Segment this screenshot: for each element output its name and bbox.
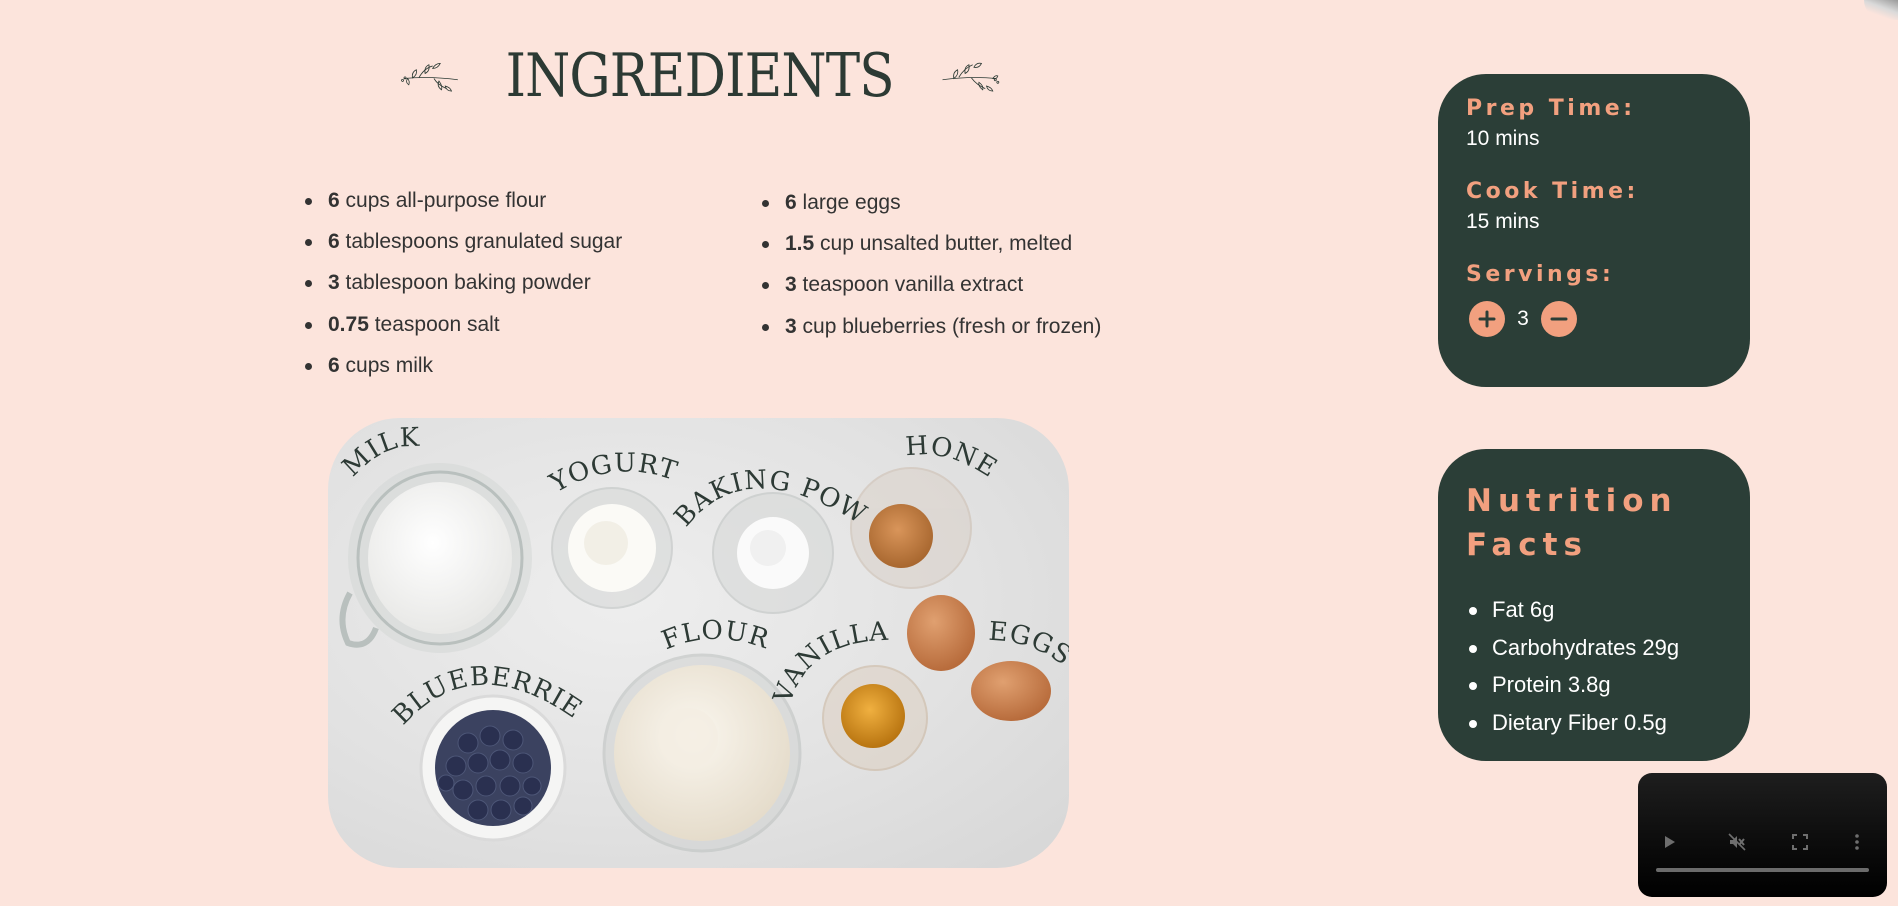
servings-stepper: 3	[1469, 301, 1722, 337]
ingredient-qty: 6	[785, 191, 797, 214]
list-item: 0.75 teaspoon salt	[305, 312, 622, 353]
increment-servings-button[interactable]	[1469, 301, 1505, 337]
eggs	[907, 595, 1051, 721]
minus-icon	[1550, 317, 1568, 321]
ingredients-list-left: 6 cups all-purpose flour 6 tablespoons g…	[305, 188, 622, 394]
ingredient-qty: 1.5	[785, 232, 815, 256]
blueberries-bowl	[419, 694, 567, 842]
ingredient-text: tablespoons granulated sugar	[339, 230, 623, 254]
list-item: 6 large eggs	[762, 190, 1101, 231]
ingredients-list-right: 6 large eggs 1.5 cup unsalted butter, me…	[762, 190, 1101, 355]
honey-bowl	[850, 467, 972, 589]
vanilla-bowl	[822, 665, 928, 771]
servings-block: Servings: 3	[1466, 262, 1722, 337]
play-button[interactable]	[1658, 831, 1680, 853]
list-item: 1.5 cup unsalted butter, melted	[762, 231, 1101, 272]
ingredient-text: cups all-purpose flour	[339, 189, 547, 212]
decrement-servings-button[interactable]	[1541, 301, 1577, 337]
ingredient-text: large eggs	[796, 191, 901, 214]
left-sprig-icon	[401, 63, 458, 92]
milk-jug	[339, 463, 532, 653]
ingredient-qty: 3	[785, 273, 797, 297]
more-vertical-icon	[1855, 834, 1859, 850]
ingredient-text: cup unsalted butter, melted	[814, 232, 1073, 256]
plus-icon	[1478, 310, 1496, 328]
ingredient-text: teaspoon salt	[368, 312, 500, 336]
yogurt-bowl	[551, 487, 673, 609]
cook-time-value: 15 mins	[1466, 210, 1540, 233]
more-options-button[interactable]	[1846, 831, 1868, 853]
page-curl-corner	[1864, 0, 1898, 20]
recipe-info-card: Prep Time: 10 mins Cook Time: 15 mins Se…	[1438, 74, 1750, 387]
cook-time-block: Cook Time: 15 mins	[1466, 179, 1722, 234]
ingredient-qty: 3	[328, 271, 340, 295]
label-flour: FLOUR	[658, 616, 774, 656]
fullscreen-button[interactable]	[1789, 831, 1811, 853]
list-item: 6 tablespoons granulated sugar	[305, 229, 622, 270]
ingredient-qty: 6	[328, 230, 340, 254]
servings-count: 3	[1517, 307, 1529, 330]
list-item: Fat 6g	[1466, 597, 1722, 635]
nutrition-title: Nutrition Facts	[1466, 483, 1678, 563]
video-controls	[1638, 827, 1887, 857]
prep-time-block: Prep Time: 10 mins	[1466, 96, 1722, 151]
list-item: Dietary Fiber 0.5g	[1466, 710, 1722, 748]
nutrition-card: Nutrition Facts Fat 6g Carbohydrates 29g…	[1438, 449, 1750, 761]
ingredient-qty: 6	[328, 353, 340, 377]
fullscreen-icon	[1792, 834, 1808, 850]
ingredient-qty: 6	[328, 189, 340, 212]
list-item: 3 cup blueberries (fresh or frozen)	[762, 314, 1101, 355]
cook-time-label: Cook Time:	[1466, 179, 1639, 204]
servings-label: Servings:	[1466, 262, 1615, 287]
list-item: 3 tablespoon baking powder	[305, 270, 622, 311]
prep-time-label: Prep Time:	[1466, 96, 1636, 121]
ingredient-text: cups milk	[339, 353, 434, 377]
list-item: Protein 3.8g	[1466, 672, 1722, 710]
volume-muted-icon	[1728, 833, 1746, 851]
ingredient-text: tablespoon baking powder	[339, 271, 591, 295]
play-icon	[1665, 836, 1675, 848]
ingredients-illustration: MILK YOGURT BAKING POWDER HONEY FLOUR VA…	[328, 418, 1069, 853]
title-section: INGREDIENTS	[400, 38, 1000, 114]
list-item: Carbohydrates 29g	[1466, 635, 1722, 673]
mute-button[interactable]	[1726, 831, 1748, 853]
ingredient-text: cup blueberries (fresh or frozen)	[796, 314, 1102, 338]
right-sprig-icon	[942, 62, 999, 92]
flour-bowl	[602, 653, 802, 853]
video-progress-bar[interactable]	[1656, 868, 1869, 872]
list-item: 6 cups milk	[305, 353, 622, 394]
video-player[interactable]	[1638, 773, 1887, 897]
list-item: 3 teaspoon vanilla extract	[762, 272, 1101, 313]
prep-time-value: 10 mins	[1466, 127, 1540, 150]
list-item: 6 cups all-purpose flour	[305, 188, 622, 229]
ingredient-text: teaspoon vanilla extract	[796, 273, 1024, 297]
nutrition-list: Fat 6g Carbohydrates 29g Protein 3.8g Di…	[1466, 597, 1722, 747]
baking-powder-bowl	[712, 492, 834, 614]
ingredient-qty: 3	[785, 314, 797, 338]
ingredients-photo: MILK YOGURT BAKING POWDER HONEY FLOUR VA…	[328, 418, 1069, 868]
ingredient-qty: 0.75	[328, 312, 369, 336]
page-title: INGREDIENTS	[505, 41, 895, 111]
